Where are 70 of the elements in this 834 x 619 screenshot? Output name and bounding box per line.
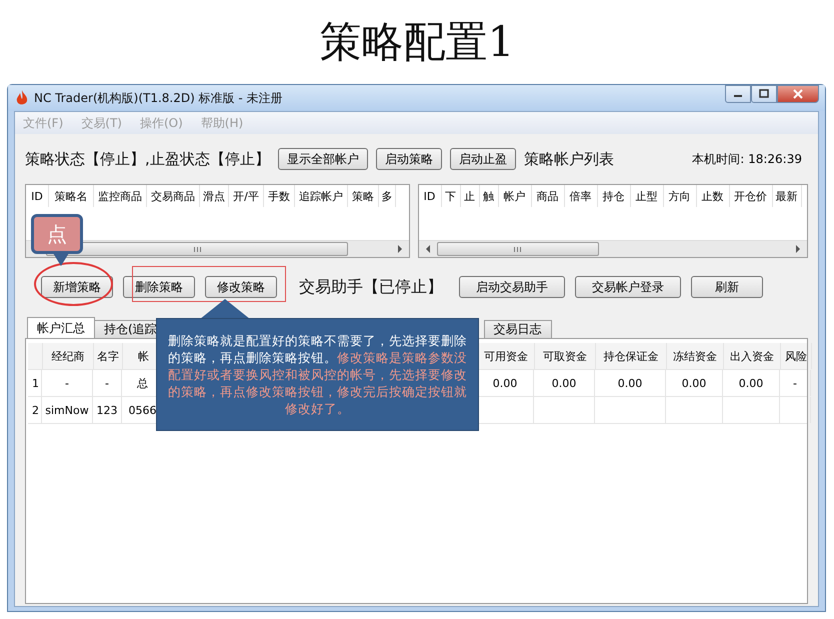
column-header: 出入资金: [724, 343, 781, 369]
strategy-status: 策略状态【停止】,止盈状态【停止】: [25, 150, 270, 168]
column-header: 手数: [264, 185, 295, 207]
column-header: 交易商品: [147, 185, 200, 207]
table-cell: 123: [93, 397, 122, 423]
column-header: 方向: [664, 185, 697, 207]
assistant-button[interactable]: 交易帐户登录: [575, 276, 681, 298]
table-cell: -: [42, 370, 93, 396]
column-header: 追踪帐户: [295, 185, 348, 207]
column-header: 止型: [630, 185, 664, 207]
column-header: 商品: [532, 185, 565, 207]
column-header: 监控商品: [94, 185, 147, 207]
maximize-icon: [759, 89, 769, 99]
table-cell: 1: [28, 370, 42, 396]
toolbar-button[interactable]: 启动止盈: [450, 148, 516, 170]
column-header: 策略: [348, 185, 379, 207]
minimize-button[interactable]: [725, 85, 751, 103]
horizontal-scrollbar[interactable]: [418, 240, 807, 257]
strategy-button[interactable]: 修改策略: [205, 276, 277, 298]
assistant-status: 交易助手【已停止】: [299, 276, 443, 298]
column-header: 冻结资金: [667, 343, 724, 369]
strategy-button[interactable]: 删除策略: [123, 276, 195, 298]
table-cell: -: [93, 370, 122, 396]
column-header: 开仓价: [730, 185, 773, 207]
scroll-right-icon[interactable]: [396, 245, 403, 253]
column-header: 最新: [772, 185, 802, 207]
column-header: 倍率: [564, 185, 598, 207]
column-header: 触: [480, 185, 499, 207]
column-header: 止: [460, 185, 480, 207]
toolbar-button[interactable]: 启动策略: [376, 148, 442, 170]
column-header: 风险: [781, 343, 812, 369]
callout-text: 删除策略就是配置好的策略不需要了，先选择要删除的策略，再点删除策略按钮。修改策略是策略参数没配置好或者要换风控和被风控的帐号，先选择要修改的策略，再点修改策略按钮，修改完后按确定按钮就修改好了。: [167, 332, 468, 417]
column-header: 策略名: [49, 185, 94, 207]
table-cell: 2: [28, 397, 42, 423]
column-header: 帐户: [498, 185, 532, 207]
column-header: 下: [442, 185, 461, 207]
table-cell: -: [780, 370, 811, 396]
column-header: 止数: [696, 185, 730, 207]
column-header: 经纪商: [43, 343, 94, 369]
tab[interactable]: 交易日志: [484, 320, 552, 338]
table-cell: 0.00: [666, 370, 723, 396]
hint-text: 点: [47, 220, 67, 248]
column-header: 持仓保证金: [596, 343, 667, 369]
local-time: 本机时间: 18:26:39: [692, 150, 802, 168]
account-list-title: 策略帐户列表: [524, 150, 614, 168]
flame-icon: [16, 90, 28, 106]
window-title: NC Trader(机构版)(T1.8.2D) 标准版 - 未注册: [34, 90, 283, 106]
close-icon: [793, 89, 803, 99]
column-header: 可取资金: [535, 343, 596, 369]
column-header: 名字: [94, 343, 123, 369]
table-cell: 0.00: [534, 370, 595, 396]
slide-title: 策略配置1: [318, 16, 516, 68]
column-header: 持仓: [598, 185, 631, 207]
toolbar-button[interactable]: 显示全部帐户: [278, 148, 368, 170]
strategy-button[interactable]: 新增策略: [41, 276, 113, 298]
column-header: 多: [379, 185, 396, 207]
table-cell: 0.00: [723, 370, 780, 396]
table-cell: 0.00: [595, 370, 666, 396]
scroll-right-icon[interactable]: [795, 245, 801, 253]
column-header: ID: [26, 185, 49, 207]
table-cell: simNow: [42, 397, 93, 423]
close-button[interactable]: [777, 85, 819, 103]
column-header: 滑点: [200, 185, 229, 207]
scroll-left-icon[interactable]: [424, 245, 431, 253]
assistant-button[interactable]: 启动交易助手: [459, 276, 565, 298]
assistant-button[interactable]: 刷新: [691, 276, 763, 298]
maximize-button[interactable]: [751, 85, 777, 103]
column-header: 开/平: [229, 185, 264, 207]
tab[interactable]: 帐户汇总: [27, 317, 95, 338]
column-header: ID: [418, 185, 442, 207]
